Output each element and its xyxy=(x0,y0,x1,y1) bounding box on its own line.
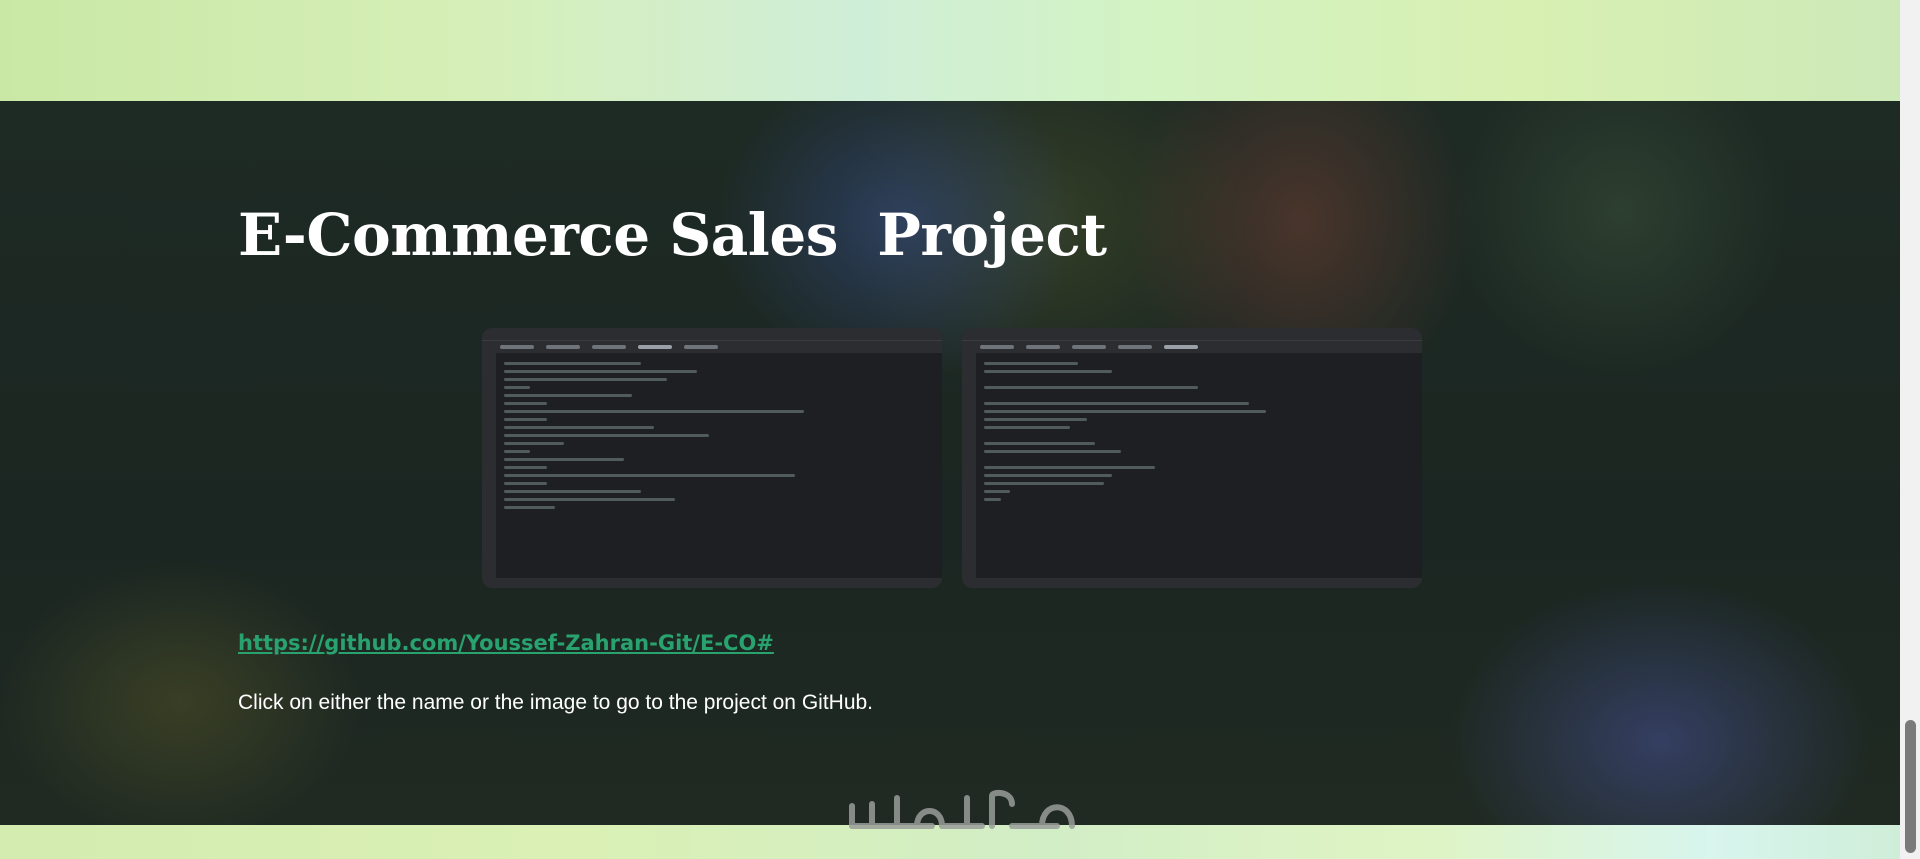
ide-gutter xyxy=(482,352,496,578)
project-screenshot-left[interactable] xyxy=(482,328,942,588)
ide-statusbar xyxy=(482,578,942,588)
ide-titlebar xyxy=(482,328,942,341)
ide-gutter xyxy=(962,352,976,578)
ide-titlebar xyxy=(962,328,1422,341)
ide-tabs xyxy=(962,341,1422,353)
page-scrollbar[interactable] xyxy=(1900,0,1920,859)
project-title[interactable]: E-Commerce Sales Project xyxy=(238,201,1107,269)
ide-code-area xyxy=(504,362,932,514)
top-gradient-band xyxy=(0,0,1900,101)
project-note: Click on either the name or the image to… xyxy=(238,691,874,714)
github-project-link[interactable]: https://github.com/Youssef-Zahran-Git/E-… xyxy=(238,631,774,655)
ide-tabs xyxy=(482,341,942,353)
ide-code-area xyxy=(984,362,1412,506)
project-screenshot-right[interactable] xyxy=(962,328,1422,588)
scrollbar-thumb[interactable] xyxy=(1905,720,1916,853)
watermark-logo xyxy=(849,789,1075,829)
ide-statusbar xyxy=(962,578,1422,588)
